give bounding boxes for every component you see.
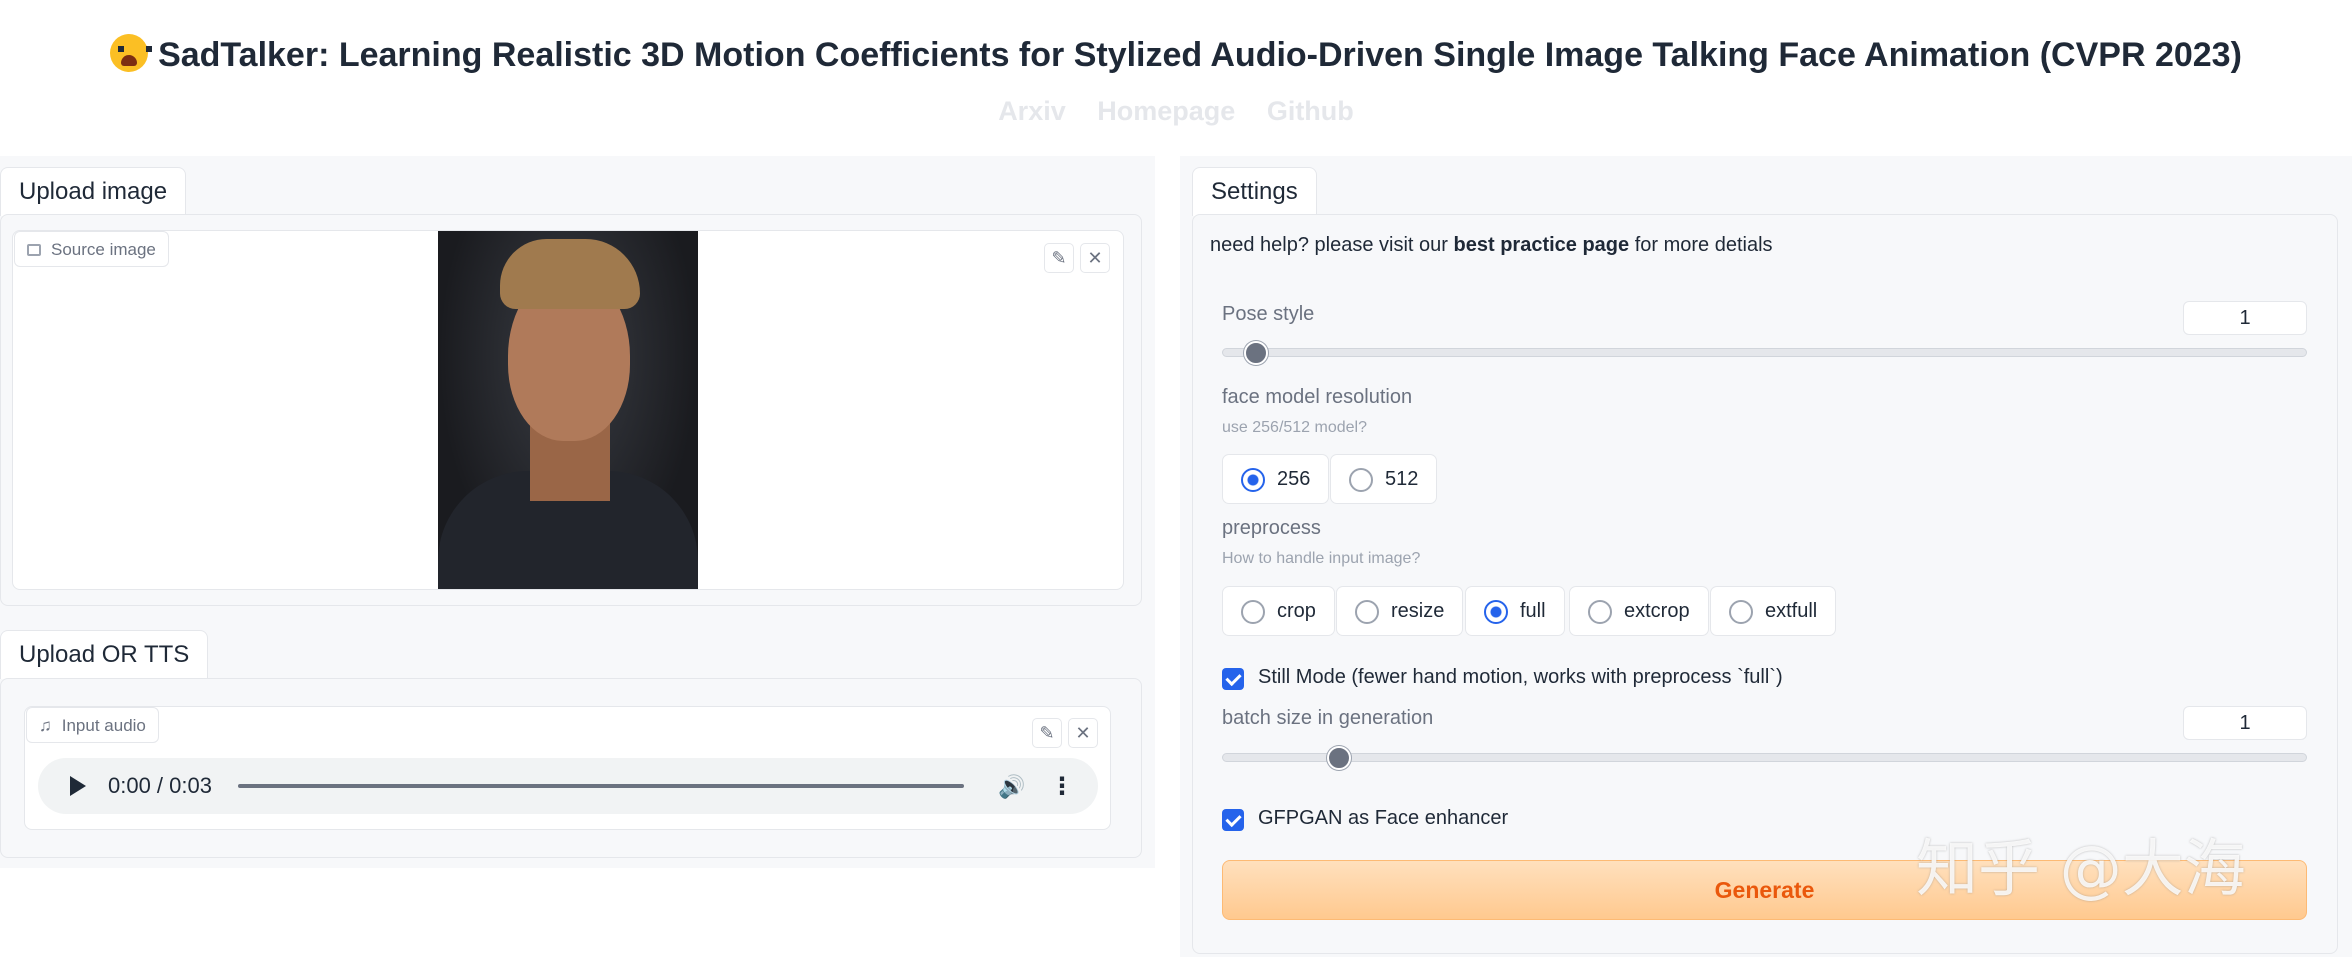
still-mode-label: Still Mode (fewer hand motion, works wit… — [1258, 666, 1783, 688]
radio-crop[interactable]: crop — [1222, 586, 1335, 636]
help-text: need help? please visit our best practic… — [1210, 234, 1773, 256]
batch-size-label: batch size in generation — [1222, 707, 1434, 729]
radio-full[interactable]: full — [1465, 586, 1565, 636]
tab-settings[interactable]: Settings — [1192, 167, 1317, 216]
clear-image-button[interactable]: ✕ — [1080, 243, 1110, 273]
edit-image-button[interactable]: ✎ — [1044, 243, 1074, 273]
radio-extcrop[interactable]: extcrop — [1569, 586, 1709, 636]
crying-face-icon — [110, 34, 153, 72]
face-model-label: face model resolution — [1222, 386, 1413, 408]
gfpgan-checkbox[interactable] — [1222, 809, 1244, 831]
batch-size-input[interactable]: 1 — [2183, 706, 2307, 740]
pose-style-label: Pose style — [1222, 303, 1315, 325]
still-mode-checkbox[interactable] — [1222, 668, 1244, 690]
radio-256[interactable]: 256 — [1222, 454, 1330, 504]
tab-upload-image[interactable]: Upload image — [0, 167, 187, 216]
clear-audio-button[interactable]: ✕ — [1068, 718, 1098, 748]
more-icon[interactable]: ⋮ — [1050, 772, 1074, 801]
audio-player: 0:00 / 0:03 🔊 ⋮ — [38, 758, 1098, 814]
music-icon: ♫ — [39, 716, 52, 735]
preprocess-label: preprocess — [1222, 517, 1321, 539]
radio-resize[interactable]: resize — [1336, 586, 1464, 636]
audio-time: 0:00 / 0:03 — [108, 773, 212, 798]
batch-size-slider[interactable] — [1222, 753, 2307, 762]
pose-style-thumb[interactable] — [1244, 341, 1268, 365]
preprocess-info: How to handle input image? — [1222, 550, 1421, 567]
play-icon[interactable] — [70, 776, 86, 796]
homepage-link[interactable]: Homepage — [1097, 96, 1235, 126]
pose-style-input[interactable]: 1 — [2183, 301, 2307, 335]
face-model-info: use 256/512 model? — [1222, 419, 1367, 436]
best-practice-link[interactable]: best practice page — [1454, 234, 1630, 256]
audio-progress[interactable] — [238, 784, 964, 788]
edit-audio-button[interactable]: ✎ — [1032, 718, 1062, 748]
volume-icon[interactable]: 🔊 — [998, 774, 1025, 800]
watermark-text: 知乎 @大海 — [1916, 832, 2246, 905]
title-text: SadTalker: Learning Realistic 3D Motion … — [158, 36, 2242, 74]
arxiv-link[interactable]: Arxiv — [998, 96, 1066, 126]
source-portrait-image — [438, 231, 698, 589]
github-link[interactable]: Github — [1267, 96, 1354, 126]
pose-style-slider[interactable] — [1222, 348, 2307, 357]
gfpgan-label: GFPGAN as Face enhancer — [1258, 807, 1509, 829]
radio-512[interactable]: 512 — [1330, 454, 1438, 504]
source-image-label: Source image — [14, 231, 169, 267]
header-links: Arxiv Homepage Github — [0, 96, 2352, 127]
batch-size-thumb[interactable] — [1327, 746, 1351, 770]
image-icon — [27, 244, 41, 256]
tab-upload-or-tts[interactable]: Upload OR TTS — [0, 630, 209, 679]
radio-extfull[interactable]: extfull — [1710, 586, 1837, 636]
input-audio-label: ♫ Input audio — [26, 707, 159, 743]
page-title: SadTalker: Learning Realistic 3D Motion … — [0, 34, 2352, 75]
